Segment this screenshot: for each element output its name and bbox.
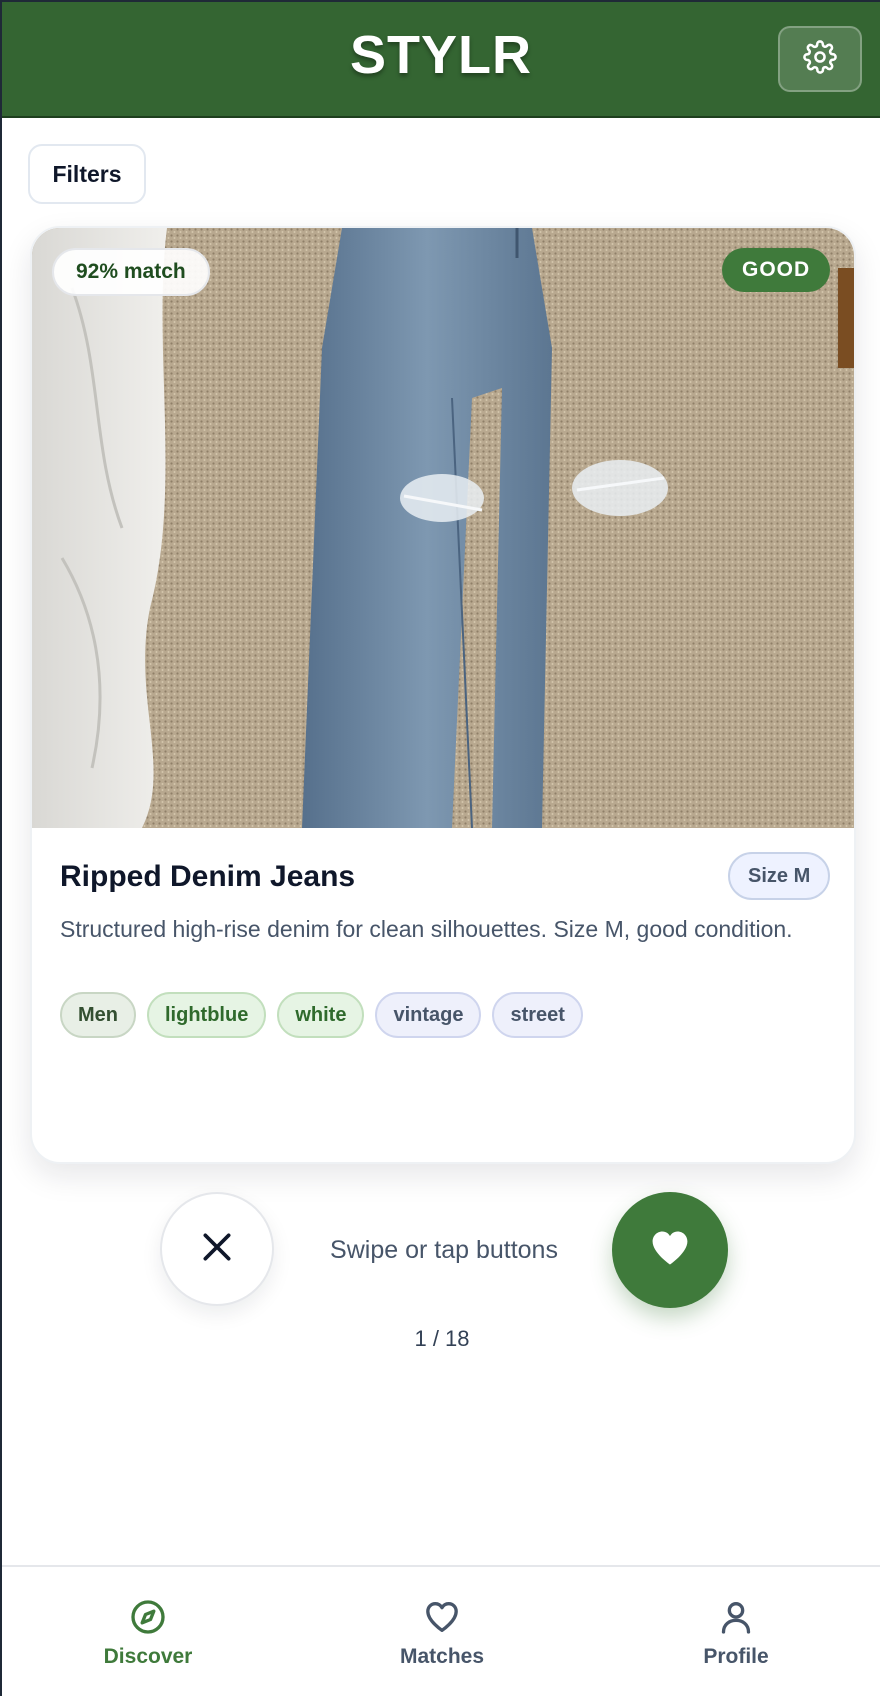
nav-discover-label: Discover	[103, 1645, 193, 1668]
bottom-nav: Discover Matches Profile	[2, 1565, 880, 1696]
app-header: STYLR	[2, 2, 880, 118]
like-button[interactable]	[612, 1192, 728, 1308]
tag-chip: lightblue	[147, 992, 267, 1038]
condition-badge: GOOD	[722, 248, 831, 292]
user-icon	[636, 1597, 836, 1637]
nav-discover[interactable]: Discover	[48, 1597, 248, 1669]
heart-outline-icon	[342, 1597, 542, 1637]
filters-button[interactable]: Filters	[28, 144, 146, 204]
item-description: Structured high-rise denim for clean sil…	[60, 916, 793, 942]
close-icon	[197, 1227, 237, 1271]
gear-icon	[803, 40, 837, 78]
nav-matches[interactable]: Matches	[342, 1597, 542, 1669]
app-root: STYLR Filters 92% match GOOD Ripped Deni…	[0, 0, 880, 1696]
nav-profile-label: Profile	[703, 1645, 769, 1668]
dislike-button[interactable]	[160, 1192, 274, 1306]
tag-chip: white	[277, 992, 365, 1038]
match-score-badge: 92% match	[52, 248, 210, 296]
nav-profile[interactable]: Profile	[636, 1597, 836, 1669]
compass-icon	[48, 1597, 248, 1637]
heart-icon	[648, 1226, 692, 1274]
item-photo: 92% match GOOD	[32, 228, 854, 828]
tag-chip: street	[492, 992, 583, 1038]
item-info: Ripped Denim Jeans Size M Structured hig…	[32, 828, 854, 1162]
settings-button[interactable]	[778, 26, 862, 92]
tag-list: Men lightblue white vintage street	[60, 992, 583, 1038]
swipe-hint: Swipe or tap buttons	[330, 1236, 558, 1264]
nav-matches-label: Matches	[399, 1645, 485, 1668]
item-title: Ripped Denim Jeans	[60, 860, 356, 893]
tag-chip: vintage	[375, 992, 482, 1038]
item-card[interactable]: 92% match GOOD Ripped Denim Jeans Size M…	[30, 226, 856, 1164]
size-badge: Size M	[728, 852, 831, 900]
card-counter: 1 / 18	[414, 1326, 470, 1351]
app-logo-title: STYLR	[349, 25, 532, 85]
tag-chip: Men	[60, 992, 136, 1038]
